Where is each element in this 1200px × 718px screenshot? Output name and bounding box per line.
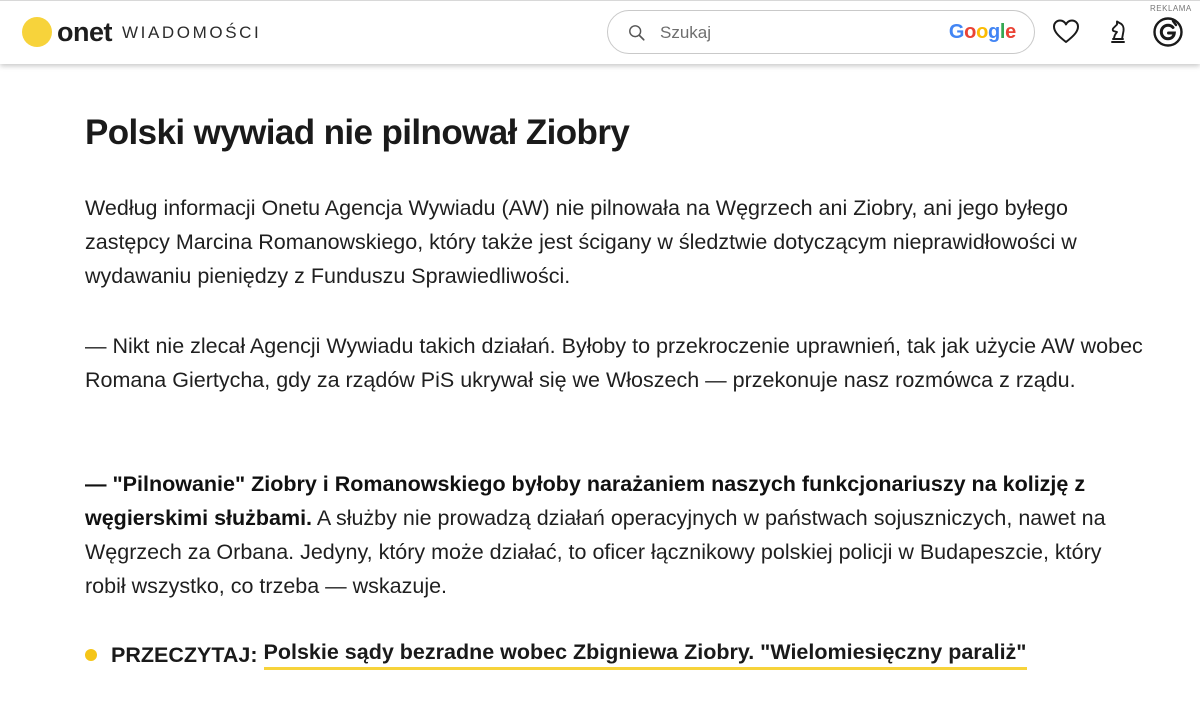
bullet-dot-icon	[85, 649, 97, 661]
ad-label: REKLAMA	[1150, 4, 1192, 13]
paragraph-3: — "Pilnowanie" Ziobry i Romanowskiego by…	[85, 467, 1145, 603]
google-logo: Google	[948, 21, 1016, 43]
top-navigation-bar: onet WIADOMOŚCI Google REKLAMA	[0, 0, 1200, 64]
logo-word: onet	[57, 16, 113, 47]
section-name: WIADOMOŚCI	[122, 23, 262, 42]
search-icon	[629, 25, 645, 41]
read-more-box: PRZECZYTAJ: Polskie sądy bezradne wobec …	[85, 640, 1027, 670]
search-input[interactable]	[658, 17, 942, 49]
article-subheading: Polski wywiad nie pilnował Ziobry	[85, 113, 630, 152]
read-more-label: PRZECZYTAJ:	[111, 642, 258, 667]
heart-icon[interactable]	[1051, 17, 1081, 47]
read-more-link[interactable]: Polskie sądy bezradne wobec Zbigniewa Zi…	[263, 640, 1027, 670]
paragraph-2: — Nikt nie zlecał Agencji Wywiadu takich…	[85, 334, 1143, 392]
chess-knight-icon[interactable]	[1103, 17, 1133, 47]
search-box[interactable]: Google	[607, 10, 1035, 54]
logo-dot-icon	[22, 16, 52, 47]
onet-logo[interactable]: onet WIADOMOŚCI	[22, 15, 261, 48]
paragraph-1: Według informacji Onetu Agencja Wywiadu …	[85, 196, 1077, 288]
g-badge-icon[interactable]	[1152, 16, 1184, 48]
